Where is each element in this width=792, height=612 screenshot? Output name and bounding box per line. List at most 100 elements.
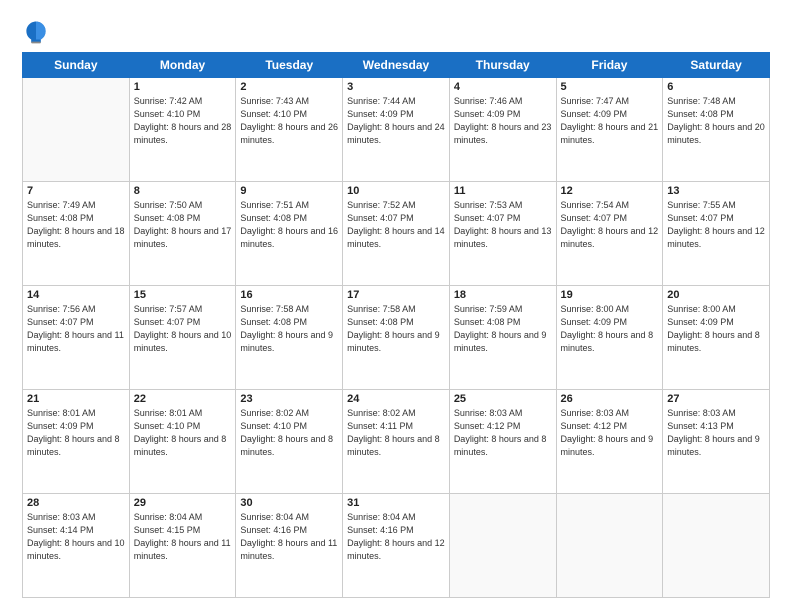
day-number: 14 — [27, 289, 125, 301]
day-info: Sunrise: 7:48 AMSunset: 4:08 PMDaylight:… — [667, 95, 765, 147]
day-info: Sunrise: 7:55 AMSunset: 4:07 PMDaylight:… — [667, 199, 765, 251]
day-number: 6 — [667, 81, 765, 93]
day-cell — [663, 494, 770, 598]
day-number: 20 — [667, 289, 765, 301]
day-number: 23 — [240, 393, 338, 405]
week-row-4: 28 Sunrise: 8:03 AMSunset: 4:14 PMDayligh… — [23, 494, 770, 598]
day-number: 10 — [347, 185, 445, 197]
day-cell: 9 Sunrise: 7:51 AMSunset: 4:08 PMDaylight… — [236, 182, 343, 286]
day-info: Sunrise: 7:52 AMSunset: 4:07 PMDaylight:… — [347, 199, 445, 251]
day-number: 18 — [454, 289, 552, 301]
day-cell: 2Sunrise: 7:43 AMSunset: 4:10 PMDaylight… — [236, 78, 343, 182]
day-info: Sunrise: 7:49 AMSunset: 4:08 PMDaylight:… — [27, 199, 125, 251]
day-cell: 10 Sunrise: 7:52 AMSunset: 4:07 PMDayligh… — [343, 182, 450, 286]
day-number: 15 — [134, 289, 232, 301]
day-cell: 26Sunrise: 8:03 AMSunset: 4:12 PMDayligh… — [556, 390, 663, 494]
day-number: 3 — [347, 81, 445, 93]
day-cell: 29Sunrise: 8:04 AMSunset: 4:15 PMDayligh… — [129, 494, 236, 598]
day-cell: 30 Sunrise: 8:04 AMSunset: 4:16 PMDayligh… — [236, 494, 343, 598]
day-cell: 4Sunrise: 7:46 AMSunset: 4:09 PMDaylight… — [449, 78, 556, 182]
day-info: Sunrise: 7:58 AMSunset: 4:08 PMDaylight:… — [347, 303, 445, 355]
week-row-3: 21Sunrise: 8:01 AMSunset: 4:09 PMDayligh… — [23, 390, 770, 494]
day-info: Sunrise: 7:53 AMSunset: 4:07 PMDaylight:… — [454, 199, 552, 251]
day-info: Sunrise: 8:04 AMSunset: 4:16 PMDaylight:… — [347, 511, 445, 563]
weekday-header-row: SundayMondayTuesdayWednesdayThursdayFrid… — [23, 53, 770, 78]
day-cell: 6 Sunrise: 7:48 AMSunset: 4:08 PMDaylight… — [663, 78, 770, 182]
week-row-2: 14 Sunrise: 7:56 AMSunset: 4:07 PMDayligh… — [23, 286, 770, 390]
day-number: 28 — [27, 497, 125, 509]
day-number: 16 — [240, 289, 338, 301]
day-number: 7 — [27, 185, 125, 197]
day-cell: 27Sunrise: 8:03 AMSunset: 4:13 PMDayligh… — [663, 390, 770, 494]
day-cell: 28 Sunrise: 8:03 AMSunset: 4:14 PMDayligh… — [23, 494, 130, 598]
day-cell: 31 Sunrise: 8:04 AMSunset: 4:16 PMDayligh… — [343, 494, 450, 598]
day-cell: 8Sunrise: 7:50 AMSunset: 4:08 PMDaylight… — [129, 182, 236, 286]
day-info: Sunrise: 7:46 AMSunset: 4:09 PMDaylight:… — [454, 95, 552, 147]
day-cell: 11 Sunrise: 7:53 AMSunset: 4:07 PMDayligh… — [449, 182, 556, 286]
weekday-header-friday: Friday — [556, 53, 663, 78]
day-cell: 13 Sunrise: 7:55 AMSunset: 4:07 PMDayligh… — [663, 182, 770, 286]
day-cell: 25Sunrise: 8:03 AMSunset: 4:12 PMDayligh… — [449, 390, 556, 494]
day-number: 13 — [667, 185, 765, 197]
weekday-header-saturday: Saturday — [663, 53, 770, 78]
day-number: 5 — [561, 81, 659, 93]
weekday-header-tuesday: Tuesday — [236, 53, 343, 78]
day-number: 11 — [454, 185, 552, 197]
week-row-0: 1 Sunrise: 7:42 AMSunset: 4:10 PMDaylight… — [23, 78, 770, 182]
day-number: 31 — [347, 497, 445, 509]
day-cell: 1 Sunrise: 7:42 AMSunset: 4:10 PMDaylight… — [129, 78, 236, 182]
day-info: Sunrise: 8:03 AMSunset: 4:12 PMDaylight:… — [561, 407, 659, 459]
day-info: Sunrise: 7:58 AMSunset: 4:08 PMDaylight:… — [240, 303, 338, 355]
day-cell: 24 Sunrise: 8:02 AMSunset: 4:11 PMDayligh… — [343, 390, 450, 494]
day-cell: 12 Sunrise: 7:54 AMSunset: 4:07 PMDayligh… — [556, 182, 663, 286]
day-number: 1 — [134, 81, 232, 93]
day-number: 17 — [347, 289, 445, 301]
day-info: Sunrise: 8:01 AMSunset: 4:10 PMDaylight:… — [134, 407, 232, 459]
weekday-header-thursday: Thursday — [449, 53, 556, 78]
day-info: Sunrise: 8:00 AMSunset: 4:09 PMDaylight:… — [561, 303, 659, 355]
day-number: 29 — [134, 497, 232, 509]
day-number: 12 — [561, 185, 659, 197]
week-row-1: 7 Sunrise: 7:49 AMSunset: 4:08 PMDaylight… — [23, 182, 770, 286]
day-info: Sunrise: 8:02 AMSunset: 4:11 PMDaylight:… — [347, 407, 445, 459]
day-number: 25 — [454, 393, 552, 405]
day-info: Sunrise: 7:59 AMSunset: 4:08 PMDaylight:… — [454, 303, 552, 355]
day-cell: 19Sunrise: 8:00 AMSunset: 4:09 PMDayligh… — [556, 286, 663, 390]
day-info: Sunrise: 7:54 AMSunset: 4:07 PMDaylight:… — [561, 199, 659, 251]
day-number: 22 — [134, 393, 232, 405]
logo — [22, 18, 54, 46]
day-info: Sunrise: 8:01 AMSunset: 4:09 PMDaylight:… — [27, 407, 125, 459]
day-number: 24 — [347, 393, 445, 405]
weekday-header-wednesday: Wednesday — [343, 53, 450, 78]
day-info: Sunrise: 7:44 AMSunset: 4:09 PMDaylight:… — [347, 95, 445, 147]
day-cell: 18 Sunrise: 7:59 AMSunset: 4:08 PMDayligh… — [449, 286, 556, 390]
day-info: Sunrise: 7:50 AMSunset: 4:08 PMDaylight:… — [134, 199, 232, 251]
day-cell: 7 Sunrise: 7:49 AMSunset: 4:08 PMDaylight… — [23, 182, 130, 286]
day-info: Sunrise: 8:00 AMSunset: 4:09 PMDaylight:… — [667, 303, 765, 355]
page: SundayMondayTuesdayWednesdayThursdayFrid… — [0, 0, 792, 612]
day-cell — [23, 78, 130, 182]
weekday-header-sunday: Sunday — [23, 53, 130, 78]
day-info: Sunrise: 7:57 AMSunset: 4:07 PMDaylight:… — [134, 303, 232, 355]
weekday-header-monday: Monday — [129, 53, 236, 78]
day-info: Sunrise: 7:47 AMSunset: 4:09 PMDaylight:… — [561, 95, 659, 147]
day-cell: 5 Sunrise: 7:47 AMSunset: 4:09 PMDaylight… — [556, 78, 663, 182]
day-cell: 22 Sunrise: 8:01 AMSunset: 4:10 PMDayligh… — [129, 390, 236, 494]
day-number: 9 — [240, 185, 338, 197]
day-cell: 23 Sunrise: 8:02 AMSunset: 4:10 PMDayligh… — [236, 390, 343, 494]
day-cell — [449, 494, 556, 598]
day-number: 30 — [240, 497, 338, 509]
day-info: Sunrise: 8:04 AMSunset: 4:16 PMDaylight:… — [240, 511, 338, 563]
day-info: Sunrise: 8:03 AMSunset: 4:14 PMDaylight:… — [27, 511, 125, 563]
day-cell — [556, 494, 663, 598]
day-info: Sunrise: 8:02 AMSunset: 4:10 PMDaylight:… — [240, 407, 338, 459]
day-cell: 21Sunrise: 8:01 AMSunset: 4:09 PMDayligh… — [23, 390, 130, 494]
day-info: Sunrise: 7:56 AMSunset: 4:07 PMDaylight:… — [27, 303, 125, 355]
day-info: Sunrise: 7:51 AMSunset: 4:08 PMDaylight:… — [240, 199, 338, 251]
day-number: 27 — [667, 393, 765, 405]
day-info: Sunrise: 7:42 AMSunset: 4:10 PMDaylight:… — [134, 95, 232, 147]
day-cell: 14 Sunrise: 7:56 AMSunset: 4:07 PMDayligh… — [23, 286, 130, 390]
day-cell: 15 Sunrise: 7:57 AMSunset: 4:07 PMDayligh… — [129, 286, 236, 390]
logo-icon — [22, 18, 50, 46]
header — [22, 18, 770, 46]
